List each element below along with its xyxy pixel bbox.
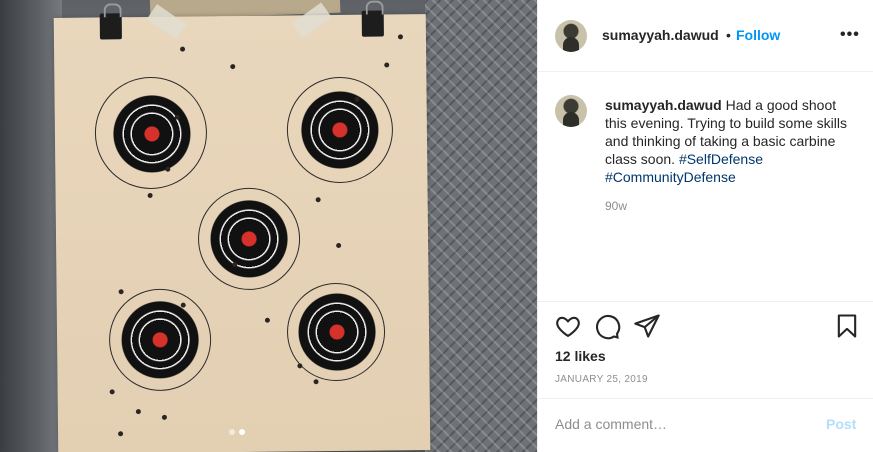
- bullet-hole: [384, 62, 390, 68]
- caption-username[interactable]: sumayyah.dawud: [605, 97, 722, 113]
- bullet-hole: [297, 363, 303, 369]
- bullet-hole: [180, 302, 186, 308]
- bullet-hole: [232, 262, 238, 268]
- post-sidebar: sumayyah.dawud • Follow ••• sumayyah.daw…: [537, 0, 873, 452]
- range-wall: [0, 0, 62, 452]
- bullet-hole: [264, 317, 270, 323]
- bullet-hole: [313, 379, 319, 385]
- bullet-hole: [118, 289, 124, 295]
- paper-target-sheet: [53, 2, 431, 452]
- share-icon[interactable]: [633, 312, 661, 340]
- hashtag-link[interactable]: #SelfDefense: [679, 151, 763, 167]
- bullet-hole: [230, 64, 236, 70]
- bullet-hole: [161, 414, 167, 420]
- heart-icon[interactable]: [554, 312, 582, 340]
- caption-time-ago: 90w: [605, 199, 628, 213]
- carousel-indicator: [229, 429, 245, 435]
- bullseye-target: [297, 292, 377, 372]
- bullet-hole: [354, 96, 360, 102]
- binder-clip: [361, 10, 384, 37]
- comment-input[interactable]: [555, 413, 815, 435]
- bullseye-target: [300, 90, 380, 170]
- bullet-hole: [397, 34, 403, 40]
- bullseye-target: [209, 199, 289, 279]
- like-count[interactable]: 12 likes: [555, 348, 606, 364]
- bullseye-target: [120, 300, 200, 380]
- binder-clip: [99, 13, 122, 40]
- author-avatar[interactable]: [555, 20, 587, 52]
- follow-button[interactable]: Follow: [736, 27, 780, 43]
- author-username[interactable]: sumayyah.dawud: [602, 27, 719, 43]
- caption-author-avatar[interactable]: [555, 95, 587, 127]
- bullet-hole: [165, 166, 171, 172]
- comment-icon[interactable]: [593, 312, 621, 340]
- bullet-hole: [336, 242, 342, 249]
- hashtag-link[interactable]: #CommunityDefense: [605, 169, 736, 185]
- post-photo[interactable]: [0, 0, 537, 452]
- bullet-hole: [315, 197, 321, 203]
- post-caption: sumayyah.dawud Had a good shoot this eve…: [605, 96, 855, 186]
- bullet-hole: [118, 431, 124, 437]
- post-actions: 12 likes JANUARY 25, 2019: [538, 301, 873, 399]
- post-date: JANUARY 25, 2019: [555, 374, 648, 385]
- bullseye-target: [112, 94, 192, 174]
- post-comment-button[interactable]: Post: [826, 416, 856, 432]
- bullet-hole: [135, 409, 141, 415]
- bullet-hole: [180, 46, 186, 52]
- carousel-dot-active: [239, 429, 245, 435]
- carousel-dot: [229, 429, 235, 435]
- add-comment-bar: Post: [538, 398, 873, 452]
- post-header: sumayyah.dawud • Follow •••: [538, 0, 873, 72]
- caption-section: sumayyah.dawud Had a good shoot this eve…: [538, 73, 873, 301]
- header-separator: •: [726, 27, 731, 43]
- bookmark-icon[interactable]: [833, 312, 861, 340]
- more-options-icon[interactable]: •••: [840, 26, 860, 44]
- bullet-hole: [174, 114, 180, 120]
- bullet-hole: [109, 389, 115, 395]
- bullet-hole: [147, 192, 153, 198]
- diamond-plate-wall: [425, 0, 537, 452]
